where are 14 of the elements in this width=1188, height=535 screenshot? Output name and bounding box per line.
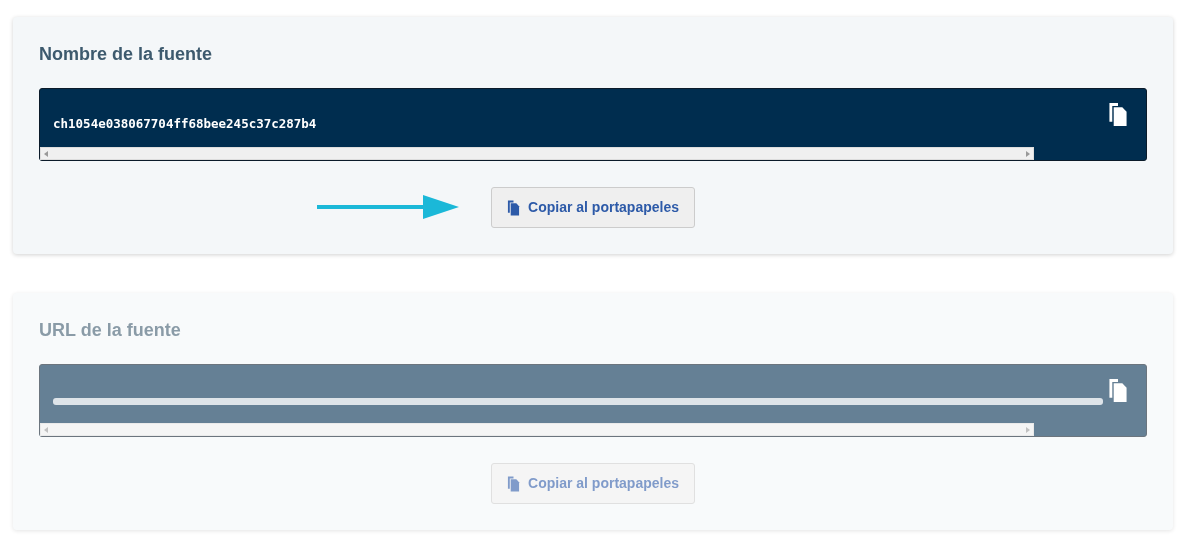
copy-icon <box>1108 379 1128 402</box>
scroll-left-icon[interactable] <box>44 150 48 157</box>
scroll-right-icon[interactable] <box>1026 426 1030 433</box>
copy-icon <box>507 199 521 216</box>
copy-icon <box>507 475 521 492</box>
scrollbar[interactable] <box>40 423 1034 436</box>
copy-icon <box>1108 103 1128 126</box>
scroll-left-icon[interactable] <box>44 426 48 433</box>
section-title: Nombre de la fuente <box>39 43 214 66</box>
copy-button[interactable]: Copiar al portapapeles <box>491 187 695 228</box>
scroll-right-icon[interactable] <box>1026 150 1030 157</box>
scrollbar[interactable] <box>40 147 1034 160</box>
source-name: ch1054e038067704ff68bee245c37c287b4 <box>52 115 318 133</box>
section-title: URL de la fuente <box>39 319 182 342</box>
